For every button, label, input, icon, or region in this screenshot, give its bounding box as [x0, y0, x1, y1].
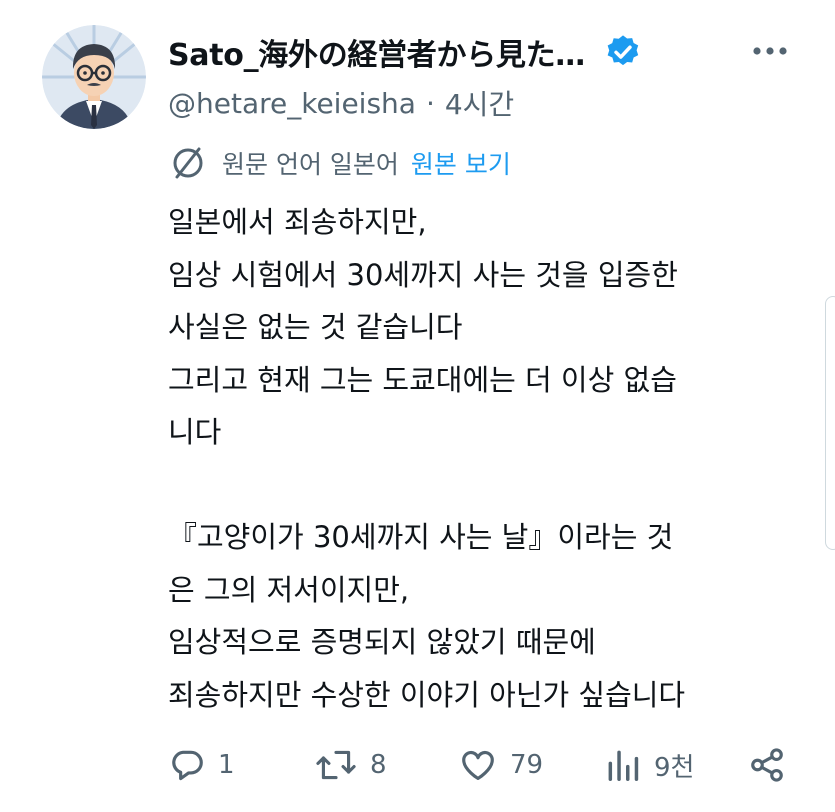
action-bar: 1 8 79 9천 — [168, 738, 798, 792]
display-name[interactable]: Sato_海外の経営者から見た… — [168, 30, 585, 74]
tweet-text-line: 은 그의 저서이지만, — [168, 572, 410, 607]
tweet-text-line: 『고양이가 30세까지 사는 날』이라는 것 — [168, 520, 674, 554]
avatar[interactable] — [42, 25, 146, 129]
reply-button[interactable]: 1 — [168, 738, 235, 792]
scrollbar-handle[interactable] — [825, 296, 835, 550]
views-button[interactable]: 9천 — [604, 738, 694, 792]
share-button[interactable] — [748, 738, 786, 792]
separator-dot: · — [425, 86, 435, 120]
tweet-text-line: 일본에서 죄송하지만, — [168, 205, 427, 239]
author-name-row: Sato_海外の経営者から見た… — [168, 28, 643, 76]
reply-icon — [172, 750, 203, 781]
repost-icon — [316, 750, 356, 780]
share-icon — [751, 748, 783, 782]
more-options-icon[interactable] — [748, 36, 792, 66]
handle[interactable]: @hetare_keieisha — [168, 87, 416, 120]
original-language-label: 원문 언어 일본어 — [222, 150, 399, 179]
views-icon — [608, 750, 639, 781]
tweet-text-line: 그리고 현재 그는 도쿄대에는 더 이상 없습 — [168, 362, 677, 397]
views-count: 9천 — [654, 752, 695, 783]
tweet-text-line: 임상적으로 증명되지 않았기 때문에 — [168, 625, 596, 659]
tweet-text-line: 임상 시험에서 30세까지 사는 것을 입증한 — [168, 257, 678, 292]
tweet-text-line: 죄송하지만 수상한 이야기 아닌가 싶습니다 — [168, 677, 686, 712]
repost-button[interactable]: 8 — [314, 738, 387, 792]
timestamp[interactable]: 4시간 — [445, 83, 514, 123]
heart-icon — [462, 750, 494, 781]
tweet-text: 일본에서 죄송하지만, 임상 시험에서 30세까지 사는 것을 입증한 사실은 … — [168, 196, 808, 721]
verified-badge-icon — [603, 32, 643, 72]
repost-count: 8 — [370, 750, 387, 780]
translation-notice: 원문 언어 일본어 원본 보기 — [168, 140, 511, 186]
tweet-text-line: 니다 — [168, 415, 222, 449]
view-original-link[interactable]: 원본 보기 — [411, 145, 511, 181]
tweet-text-line: 사실은 없는 것 같습니다 — [168, 310, 463, 344]
tweet: Sato_海外の経営者から見た… @hetare_keieisha · 4시간 … — [0, 0, 835, 812]
handle-row: @hetare_keieisha · 4시간 — [168, 82, 514, 124]
like-count: 79 — [510, 750, 544, 780]
like-button[interactable]: 79 — [458, 738, 543, 792]
reply-count: 1 — [218, 750, 235, 780]
globe-slash-icon — [168, 142, 210, 184]
